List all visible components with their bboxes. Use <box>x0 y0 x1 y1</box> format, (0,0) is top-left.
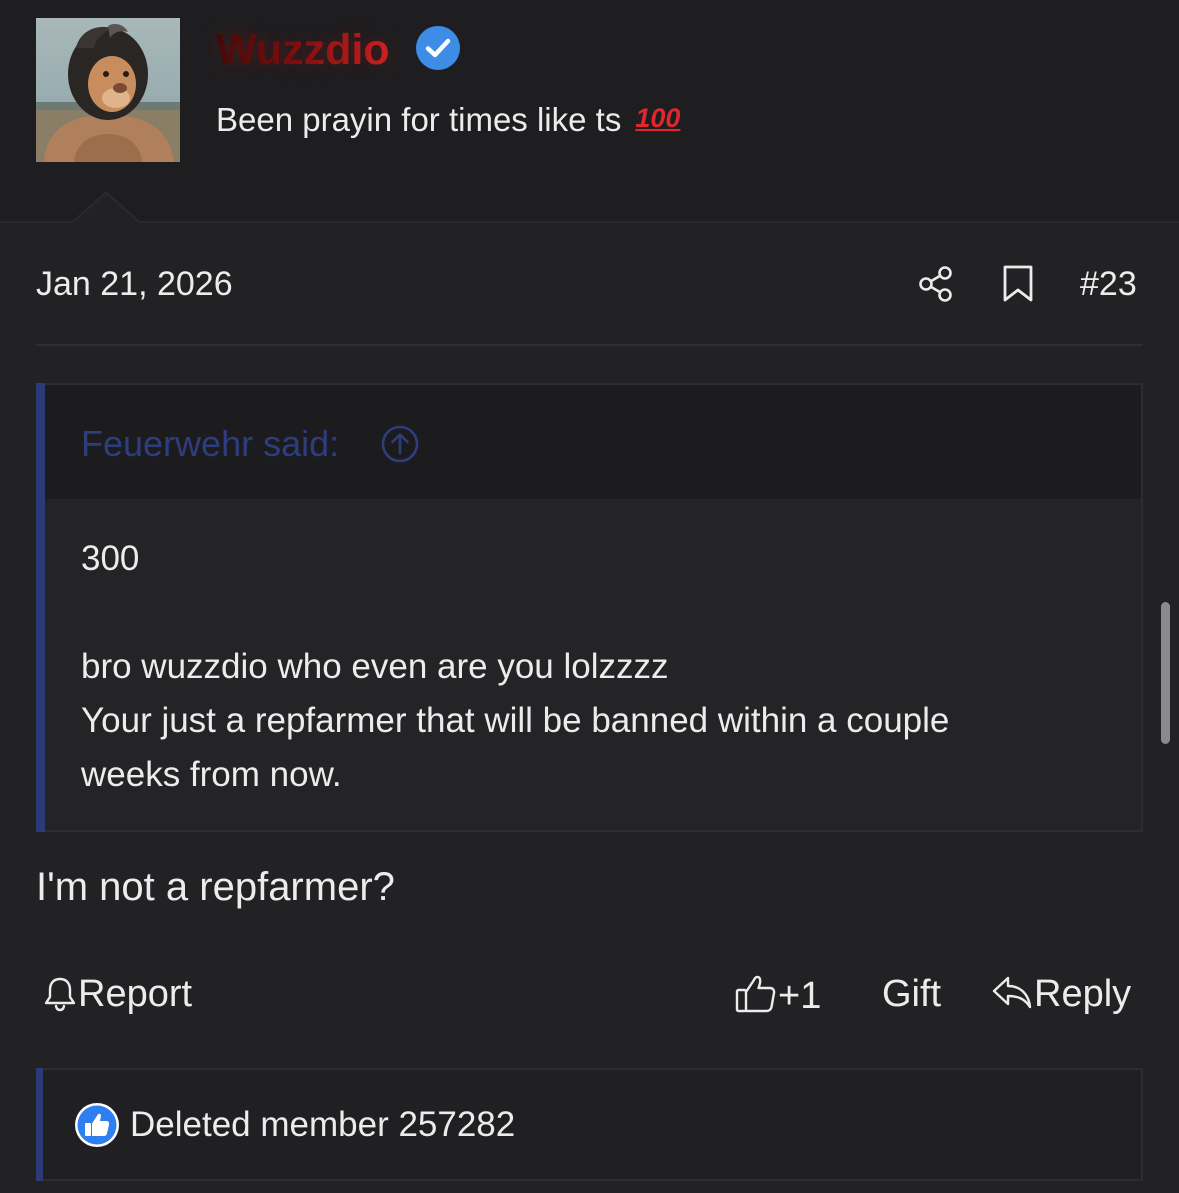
hundred-points-icon: 100 <box>635 103 681 133</box>
arrow-up-circle-icon[interactable] <box>380 424 420 464</box>
quote-author[interactable]: Feuerwehr said: <box>81 423 339 465</box>
reply-button[interactable]: Reply <box>990 972 1131 1016</box>
bell-icon <box>44 977 76 1012</box>
quote-accent-bar <box>36 383 45 832</box>
post-number-link[interactable]: #23 <box>1080 264 1137 304</box>
post-date[interactable]: Jan 21, 2026 <box>36 264 233 304</box>
quote-line: Your just a repfarmer that will be banne… <box>81 701 950 740</box>
reaction-member-link[interactable]: Deleted member 257282 <box>130 1104 515 1146</box>
share-icon[interactable] <box>916 264 956 304</box>
report-button[interactable]: Report <box>42 972 192 1016</box>
quote-line: 300 <box>81 539 140 578</box>
username[interactable]: Wuzzdio <box>216 26 390 74</box>
author-pointer-fill <box>72 194 140 224</box>
post-divider <box>36 344 1143 346</box>
scrollbar[interactable] <box>1161 602 1170 744</box>
post-message: I'm not a repfarmer? <box>36 865 395 909</box>
thumbs-up-icon <box>74 1102 120 1148</box>
gift-button[interactable]: Gift <box>882 972 941 1016</box>
quote-line: weeks from now. <box>81 755 342 794</box>
user-title-text: Been prayin for times like ts <box>216 101 622 138</box>
report-label: Report <box>78 973 193 1015</box>
user-title: Been prayin for times like ts 100 <box>216 98 680 140</box>
verified-check-icon <box>414 24 462 72</box>
bookmark-icon[interactable] <box>1000 264 1036 304</box>
reply-arrow-icon <box>992 976 1032 1009</box>
like-count: +1 <box>778 975 822 1017</box>
thumbs-up-outline-icon <box>735 975 776 1013</box>
reactions-accent-bar <box>36 1068 43 1181</box>
reply-label: Reply <box>1034 973 1132 1015</box>
like-button[interactable]: +1 <box>734 972 821 1018</box>
quote-line: bro wuzzdio who even are you lolzzzz <box>81 647 669 686</box>
avatar[interactable] <box>36 18 180 162</box>
